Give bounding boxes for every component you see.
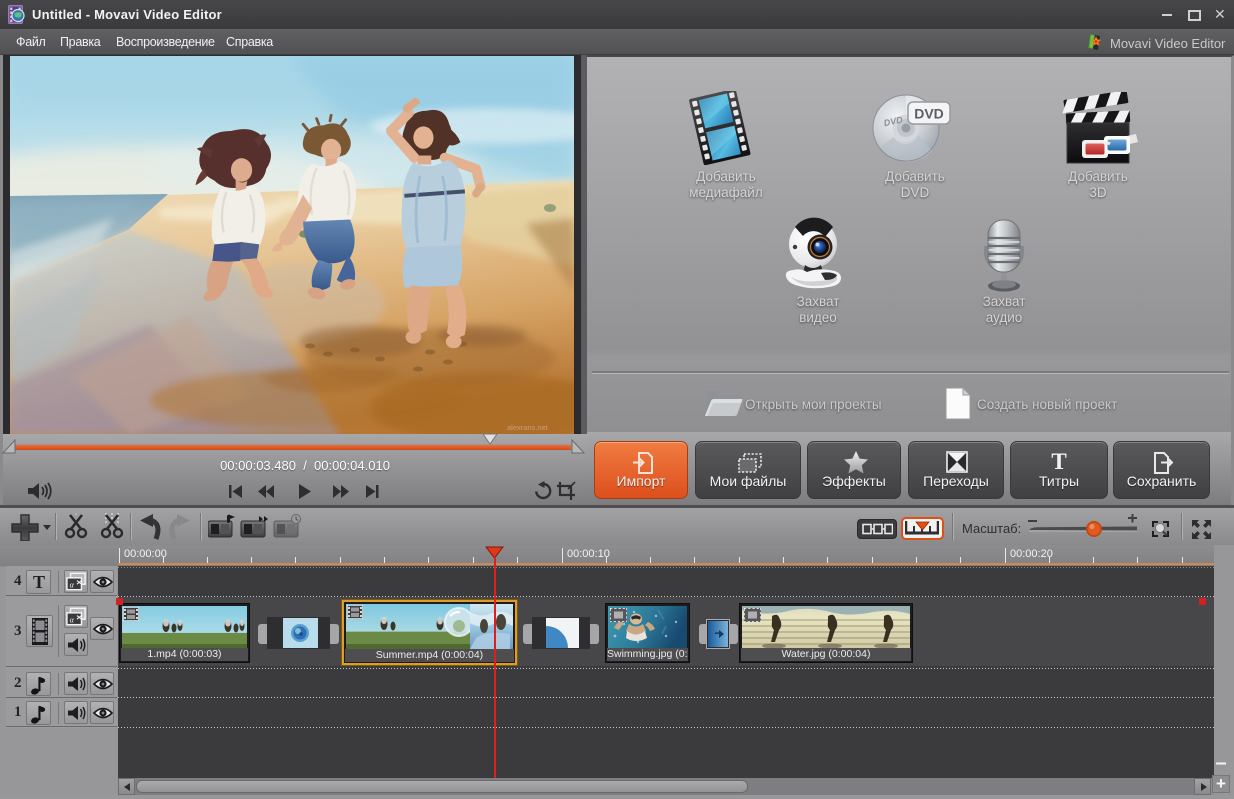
svg-text:00:00:10: 00:00:10 — [567, 548, 610, 560]
svg-text:DVD: DVD — [914, 106, 944, 122]
svg-text:00:00:20: 00:00:20 — [1010, 548, 1053, 560]
svg-text:00:00:00: 00:00:00 — [124, 548, 167, 560]
svg-text:alexrans.net: alexrans.net — [507, 423, 549, 432]
